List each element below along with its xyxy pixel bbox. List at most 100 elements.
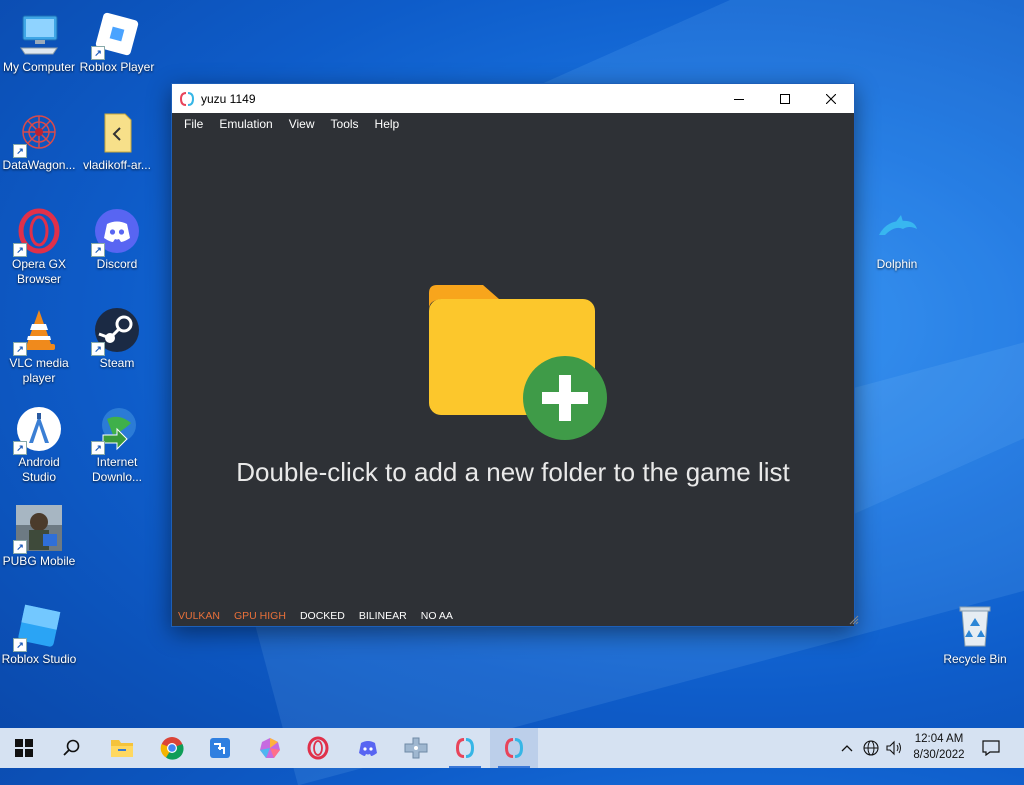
pubg-icon: ↗ xyxy=(13,504,63,554)
network-button[interactable] xyxy=(860,728,882,768)
chevron-up-icon xyxy=(841,745,853,752)
discord-icon: ↗ xyxy=(91,207,141,257)
desktop-icon-steam[interactable]: ↗ Steam xyxy=(78,302,156,371)
desktop-icon-label: VLC media player xyxy=(9,356,69,385)
maximize-icon xyxy=(780,93,790,104)
globe-icon xyxy=(863,740,879,756)
datawagon-icon: ↗ xyxy=(13,108,63,158)
taskbar-chrome[interactable] xyxy=(148,728,196,768)
taskbar-yuzu-active[interactable] xyxy=(490,728,538,768)
desktop-icon-label: Opera GX Browser xyxy=(11,257,67,286)
speaker-icon xyxy=(886,740,901,756)
menu-emulation[interactable]: Emulation xyxy=(211,113,280,135)
shortcut-arrow-icon: ↗ xyxy=(13,144,27,158)
taskbar-yuzu[interactable] xyxy=(441,728,489,768)
shortcut-arrow-icon: ↗ xyxy=(13,342,27,356)
search-icon xyxy=(63,739,80,756)
game-controller-icon xyxy=(404,737,428,759)
desktop-icon-label: Android Studio xyxy=(18,455,60,484)
desktop-icon-vlc[interactable]: ↗ VLC media player xyxy=(0,302,78,386)
shortcut-arrow-icon: ↗ xyxy=(91,342,105,356)
status-dock-mode[interactable]: DOCKED xyxy=(300,610,345,622)
chrome-icon xyxy=(160,737,184,760)
desktop-icon-discord[interactable]: ↗ Discord xyxy=(78,203,156,272)
desktop-icon-android-studio[interactable]: ↗ Android Studio xyxy=(0,401,78,485)
idm-icon: ↗ xyxy=(91,405,141,455)
desktop-icon-dolphin[interactable]: Dolphin xyxy=(858,203,936,272)
taskbar-photos[interactable] xyxy=(246,728,294,768)
title-bar[interactable]: yuzu 1149 xyxy=(172,84,854,113)
yuzu-icon xyxy=(505,738,523,758)
desktop-icon-roblox-player[interactable]: ↗ Roblox Player xyxy=(78,6,156,75)
dolphin-icon xyxy=(873,207,921,255)
resize-grip-icon[interactable] xyxy=(849,615,859,625)
desktop-icon-label: My Computer xyxy=(2,60,76,74)
photos-icon xyxy=(260,738,280,758)
status-gpu-accuracy[interactable]: GPU HIGH xyxy=(234,610,286,622)
status-graphics-api[interactable]: VULKAN xyxy=(178,610,220,622)
desktop-icon-label: Steam xyxy=(99,356,135,370)
desktop-icon-idm[interactable]: ↗ Internet Downlo... xyxy=(78,401,156,485)
taskbar-discord[interactable] xyxy=(344,728,392,768)
folder-zip-icon xyxy=(93,108,141,156)
start-button[interactable] xyxy=(0,728,48,768)
menu-bar: File Emulation View Tools Help xyxy=(172,113,854,135)
menu-tools[interactable]: Tools xyxy=(323,113,367,135)
desktop-icon-label: DataWagon... xyxy=(2,158,76,172)
yuzu-icon xyxy=(180,91,194,106)
roblox-icon: ↗ xyxy=(91,10,141,60)
close-icon xyxy=(826,93,836,104)
desktop-icon-roblox-studio[interactable]: ↗ Roblox Studio xyxy=(0,598,78,667)
file-explorer-icon xyxy=(111,740,133,757)
notifications-button[interactable] xyxy=(978,728,1004,768)
android-studio-icon: ↗ xyxy=(13,405,63,455)
taskbar-opera[interactable] xyxy=(294,728,342,768)
desktop-icon-datawagon[interactable]: ↗ DataWagon... xyxy=(0,104,78,173)
menu-help[interactable]: Help xyxy=(367,113,408,135)
search-button[interactable] xyxy=(48,728,96,768)
taskbar: 12:04 AM 8/30/2022 xyxy=(0,728,1024,768)
desktop-icon-label: vladikoff-ar... xyxy=(83,158,151,172)
yuzu-window[interactable]: yuzu 1149 File Emulation View Tools Help xyxy=(171,83,859,627)
desktop-icon-recycle-bin[interactable]: Recycle Bin xyxy=(936,598,1014,667)
taskbar-app[interactable] xyxy=(196,728,244,768)
clock-time: 12:04 AM xyxy=(914,733,964,745)
status-filter[interactable]: BILINEAR xyxy=(359,610,407,622)
minimize-button[interactable] xyxy=(716,84,762,113)
computer-icon xyxy=(15,10,63,58)
taskbar-app-icon xyxy=(210,738,230,758)
desktop-icon-vladikoff[interactable]: vladikoff-ar... xyxy=(78,104,156,173)
taskbar-file-explorer[interactable] xyxy=(98,728,146,768)
status-bar: VULKAN GPU HIGH DOCKED BILINEAR NO AA xyxy=(172,606,860,626)
status-anti-aliasing[interactable]: NO AA xyxy=(421,610,453,622)
desktop-icon-label: Dolphin xyxy=(876,257,918,271)
desktop-icon-pubg[interactable]: ↗ PUBG Mobile xyxy=(0,500,78,569)
steam-icon: ↗ xyxy=(91,306,141,356)
show-hidden-icons-button[interactable] xyxy=(838,728,856,768)
taskbar-clock[interactable]: 12:04 AM 8/30/2022 xyxy=(908,731,970,763)
shortcut-arrow-icon: ↗ xyxy=(91,441,105,455)
shortcut-arrow-icon: ↗ xyxy=(13,441,27,455)
game-list-area[interactable]: Double-click to add a new folder to the … xyxy=(172,135,854,606)
discord-icon xyxy=(359,741,377,756)
volume-button[interactable] xyxy=(884,728,906,768)
opera-icon xyxy=(307,736,329,760)
menu-view[interactable]: View xyxy=(281,113,323,135)
desktop-icon-label: Roblox Player xyxy=(79,60,155,74)
roblox-studio-icon: ↗ xyxy=(13,602,63,652)
close-button[interactable] xyxy=(808,84,854,113)
desktop-icon-opera-gx[interactable]: ↗ Opera GX Browser xyxy=(0,203,78,287)
desktop-icon-my-computer[interactable]: My Computer xyxy=(0,6,78,75)
vlc-icon: ↗ xyxy=(13,306,63,356)
desktop-icon-label: Recycle Bin xyxy=(943,652,1007,666)
menu-file[interactable]: File xyxy=(176,113,211,135)
taskbar-game-controller[interactable] xyxy=(392,728,440,768)
recycle-bin-icon xyxy=(951,602,999,650)
add-folder-icon[interactable] xyxy=(425,283,615,443)
desktop-icon-label: Roblox Studio xyxy=(1,652,77,666)
empty-game-list-message: Double-click to add a new folder to the … xyxy=(236,457,790,487)
shortcut-arrow-icon: ↗ xyxy=(13,243,27,257)
shortcut-arrow-icon: ↗ xyxy=(91,46,105,60)
maximize-button[interactable] xyxy=(762,84,808,113)
desktop-icon-label: Discord xyxy=(96,257,138,271)
